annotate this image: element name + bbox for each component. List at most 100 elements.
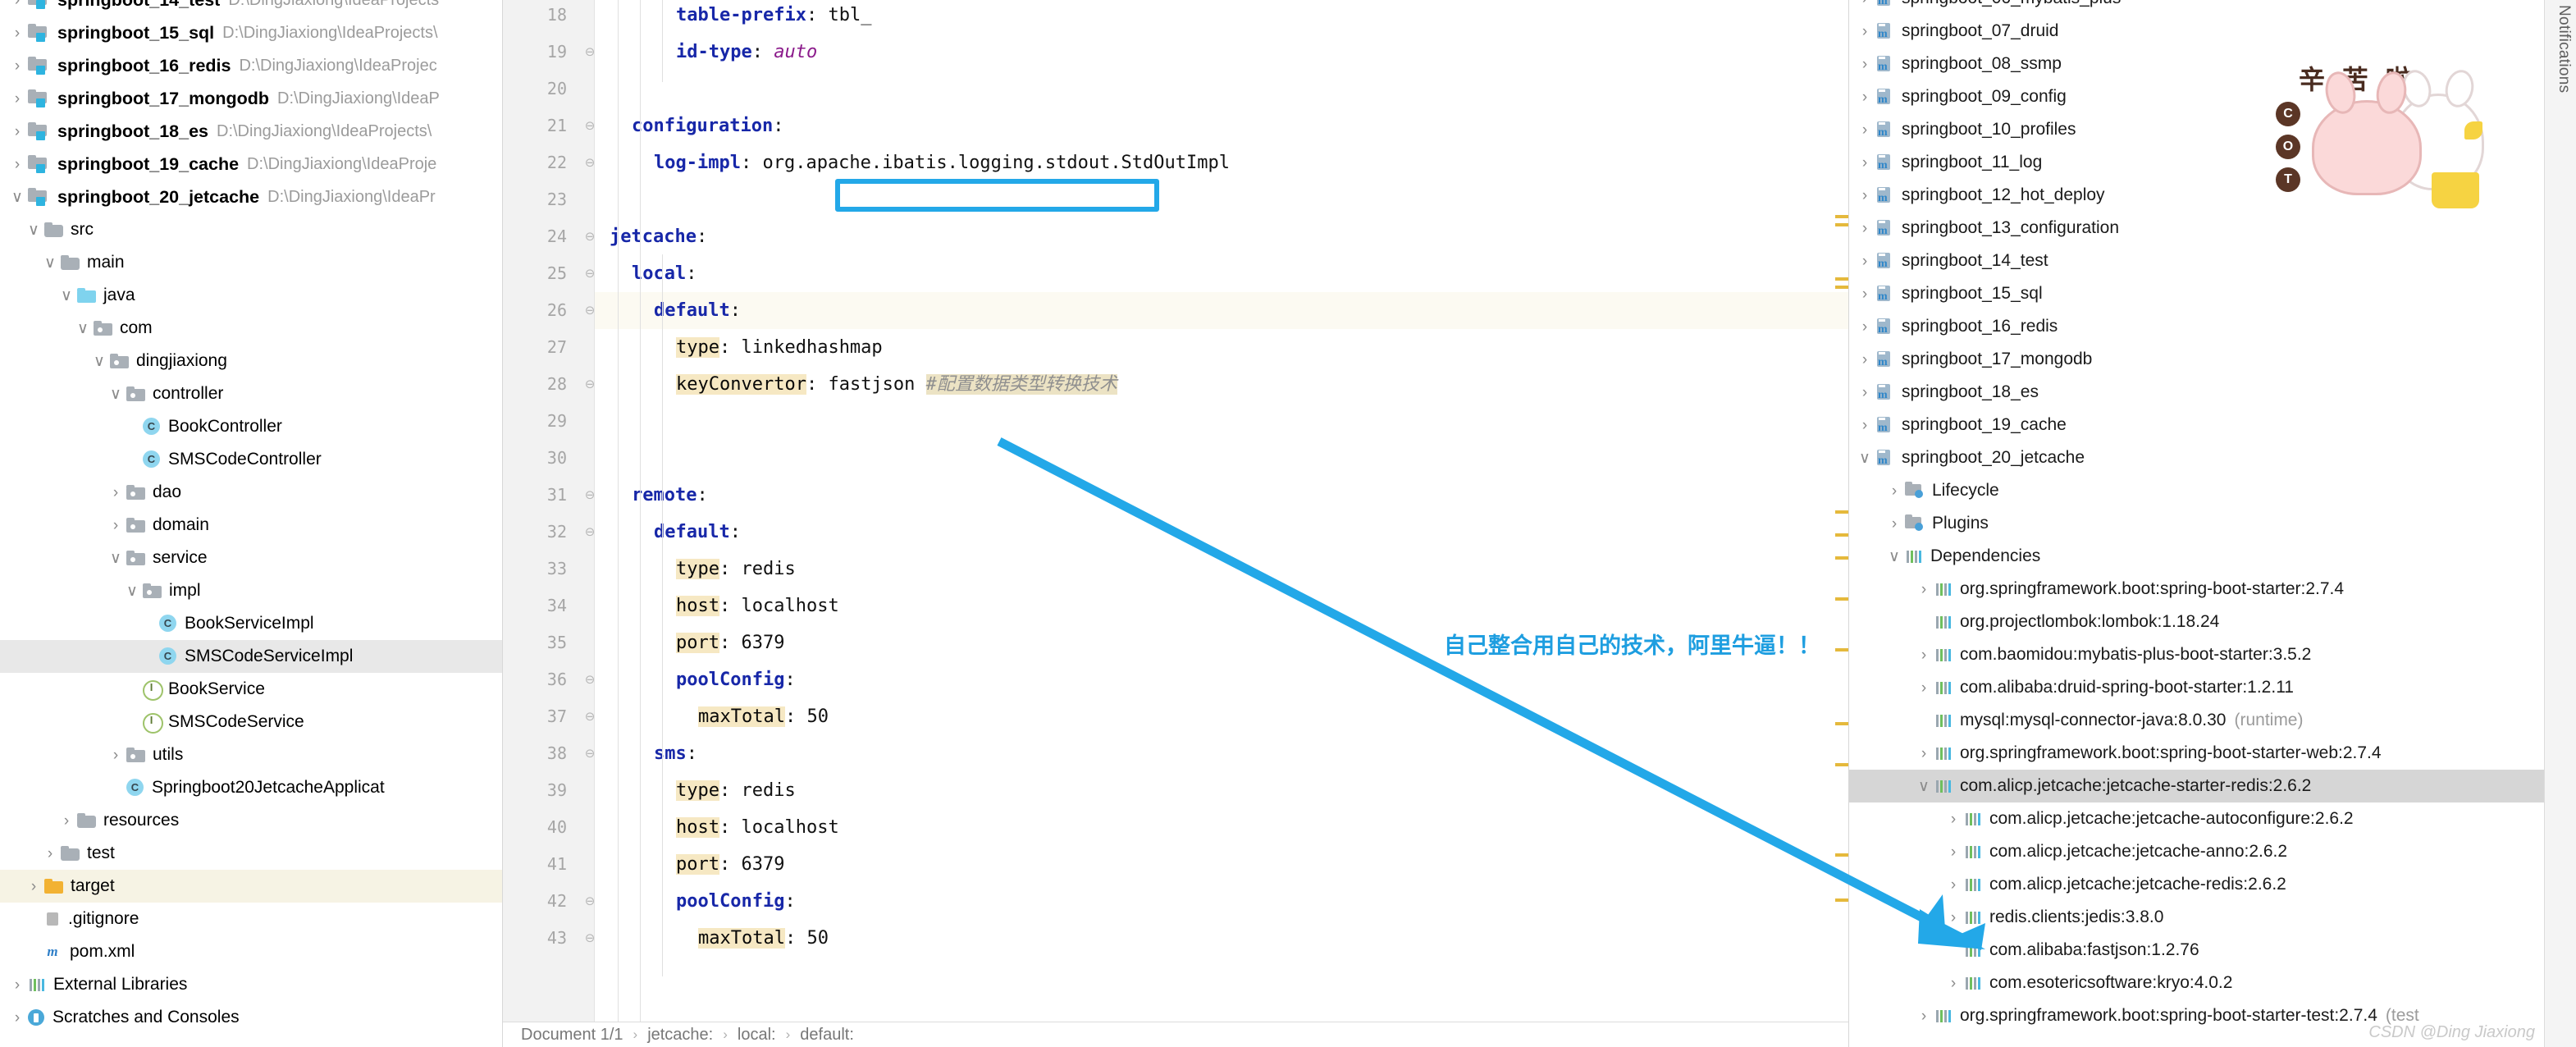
- project-tree-row[interactable]: C SMSCodeController: [0, 443, 502, 476]
- chevron-right-icon[interactable]: ›: [7, 124, 28, 139]
- code-line[interactable]: port: 6379: [676, 624, 784, 661]
- chevron-right-icon[interactable]: ›: [1943, 877, 1964, 893]
- code-line[interactable]: log-impl: org.apache.ibatis.logging.stdo…: [654, 144, 1230, 181]
- project-tree-row[interactable]: ∨ java: [0, 279, 502, 312]
- project-tree-row[interactable]: › dao: [0, 476, 502, 509]
- project-tree-row[interactable]: C BookController: [0, 410, 502, 443]
- chevron-down-icon[interactable]: ∨: [105, 551, 126, 566]
- project-tree-row[interactable]: I SMSCodeService: [0, 706, 502, 738]
- code-line[interactable]: type: redis: [676, 772, 796, 809]
- project-tree-row[interactable]: › Scratches and Consoles: [0, 1001, 502, 1034]
- chevron-right-icon[interactable]: ›: [1854, 286, 1875, 302]
- chevron-right-icon[interactable]: ›: [1913, 746, 1934, 761]
- chevron-right-icon[interactable]: ›: [105, 748, 126, 763]
- chevron-right-icon[interactable]: ›: [1854, 221, 1875, 236]
- chevron-right-icon[interactable]: ›: [1884, 516, 1905, 532]
- chevron-right-icon[interactable]: ›: [1943, 976, 1964, 991]
- chevron-right-icon[interactable]: ›: [1854, 89, 1875, 105]
- project-tree-row[interactable]: ∨ src: [0, 213, 502, 246]
- code-line[interactable]: remote:: [632, 477, 708, 514]
- maven-tree-row[interactable]: ∨ com.alicp.jetcache:jetcache-starter-red…: [1849, 770, 2576, 802]
- maven-tree-row[interactable]: › m springboot_15_sql: [1849, 277, 2576, 310]
- project-tree-row[interactable]: › domain: [0, 509, 502, 542]
- code-line[interactable]: default:: [654, 292, 741, 329]
- maven-tool-window[interactable]: ›mspringboot_06_mybatis_plus›mspringboot…: [1848, 0, 2576, 1047]
- chevron-right-icon[interactable]: ›: [1854, 352, 1875, 368]
- maven-tree-row[interactable]: › org.springframework.boot:spring-boot-st…: [1849, 573, 2576, 606]
- chevron-down-icon[interactable]: ∨: [72, 321, 94, 336]
- maven-tree-row[interactable]: › m springboot_14_test: [1849, 245, 2576, 277]
- maven-tree-row[interactable]: › com.alicp.jetcache:jetcache-autoconfigu…: [1849, 802, 2576, 835]
- maven-tree-row[interactable]: mysql:mysql-connector-java:8.0.30 (runtim…: [1849, 704, 2576, 737]
- chevron-down-icon[interactable]: ∨: [89, 354, 110, 369]
- chevron-right-icon[interactable]: ›: [1854, 57, 1875, 72]
- code-fold-marker[interactable]: ⊖: [581, 477, 599, 514]
- code-line[interactable]: poolConfig:: [676, 883, 796, 920]
- project-tree-row[interactable]: › utils: [0, 738, 502, 771]
- chevron-right-icon[interactable]: ›: [56, 813, 77, 829]
- project-tree-row[interactable]: C SMSCodeServiceImpl: [0, 640, 502, 673]
- chevron-right-icon[interactable]: ›: [7, 0, 28, 8]
- chevron-right-icon[interactable]: ›: [1854, 122, 1875, 138]
- project-tree-row[interactable]: ∨ impl: [0, 574, 502, 607]
- code-line[interactable]: host: localhost: [676, 588, 839, 624]
- code-editor[interactable]: 18 table-prefix: tbl_ 19 ⊖ id-type: auto 20 21…: [502, 0, 1848, 1047]
- chevron-right-icon[interactable]: ›: [7, 58, 28, 74]
- code-line[interactable]: port: 6379: [676, 846, 784, 883]
- chevron-right-icon[interactable]: ›: [105, 485, 126, 501]
- project-tree-row[interactable]: ∨ springboot_20_jetcache D:\DingJiaxiong\I…: [0, 181, 502, 213]
- maven-tree-row[interactable]: org.projectlombok:lombok:1.18.24: [1849, 606, 2576, 638]
- maven-tree-row[interactable]: › org.springframework.boot:spring-boot-st…: [1849, 737, 2576, 770]
- project-tree-row[interactable]: C BookServiceImpl: [0, 607, 502, 640]
- maven-tree-row[interactable]: › com.baomidou:mybatis-plus-boot-starter:…: [1849, 638, 2576, 671]
- project-tree-row[interactable]: › resources: [0, 804, 502, 837]
- chevron-down-icon[interactable]: ∨: [105, 386, 126, 402]
- chevron-right-icon[interactable]: ›: [1854, 418, 1875, 433]
- code-line[interactable]: id-type: auto: [676, 34, 817, 71]
- code-line[interactable]: configuration:: [632, 107, 783, 144]
- chevron-right-icon[interactable]: ›: [1913, 647, 1934, 663]
- maven-tree-row[interactable]: › m springboot_16_redis: [1849, 310, 2576, 343]
- chevron-right-icon[interactable]: ›: [39, 846, 61, 862]
- code-line[interactable]: maxTotal: 50: [698, 920, 829, 957]
- project-tree-row[interactable]: C Springboot20JetcacheApplicat: [0, 771, 502, 804]
- project-tree-row[interactable]: ∨ service: [0, 542, 502, 574]
- chevron-right-icon[interactable]: ›: [7, 977, 28, 993]
- code-line[interactable]: table-prefix: tbl_: [676, 0, 871, 34]
- project-tree-row[interactable]: ∨ dingjiaxiong: [0, 345, 502, 377]
- maven-tree-row[interactable]: › Plugins: [1849, 507, 2576, 540]
- chevron-right-icon[interactable]: ›: [1884, 483, 1905, 499]
- chevron-right-icon[interactable]: ›: [105, 518, 126, 533]
- code-fold-marker[interactable]: ⊖: [581, 514, 599, 551]
- chevron-right-icon[interactable]: ›: [23, 879, 44, 894]
- project-tree-row[interactable]: ∨ controller: [0, 377, 502, 410]
- code-fold-marker[interactable]: ⊖: [581, 255, 599, 292]
- chevron-down-icon[interactable]: ∨: [39, 255, 61, 271]
- code-line[interactable]: jetcache:: [610, 218, 707, 255]
- breadcrumb-default[interactable]: default:: [800, 1026, 854, 1045]
- breadcrumb-local[interactable]: local:: [738, 1026, 776, 1045]
- project-tree-row[interactable]: › springboot_19_cache D:\DingJiaxiong\Idea…: [0, 148, 502, 181]
- project-tree-row[interactable]: ∨ main: [0, 246, 502, 279]
- project-tree-row[interactable]: ∨ com: [0, 312, 502, 345]
- chevron-right-icon[interactable]: ›: [1943, 812, 1964, 827]
- chevron-right-icon[interactable]: ›: [1854, 254, 1875, 269]
- project-tree-row[interactable]: m pom.xml: [0, 935, 502, 968]
- maven-tree-row[interactable]: › com.alibaba:druid-spring-boot-starter:1…: [1849, 671, 2576, 704]
- chevron-right-icon[interactable]: ›: [7, 25, 28, 41]
- chevron-right-icon[interactable]: ›: [1854, 155, 1875, 171]
- maven-tree-row[interactable]: › com.alicp.jetcache:jetcache-anno:2.6.2: [1849, 835, 2576, 868]
- chevron-down-icon[interactable]: ∨: [121, 583, 143, 599]
- code-line[interactable]: poolConfig:: [676, 661, 796, 698]
- chevron-right-icon[interactable]: ›: [1854, 24, 1875, 39]
- code-line[interactable]: sms:: [654, 735, 697, 772]
- chevron-right-icon[interactable]: ›: [1913, 1008, 1934, 1024]
- project-tree-row[interactable]: › test: [0, 837, 502, 870]
- maven-tree-row[interactable]: › Lifecycle: [1849, 474, 2576, 507]
- maven-tree-row[interactable]: com.alibaba:fastjson:1.2.76: [1849, 934, 2576, 967]
- maven-tree-row[interactable]: › m springboot_07_druid: [1849, 15, 2576, 48]
- project-tree-row[interactable]: › springboot_17_mongodb D:\DingJiaxiong\Id…: [0, 82, 502, 115]
- maven-tree-row[interactable]: ∨ m springboot_20_jetcache: [1849, 441, 2576, 474]
- code-fold-marker[interactable]: ⊖: [581, 218, 599, 255]
- chevron-down-icon[interactable]: ∨: [1854, 450, 1875, 466]
